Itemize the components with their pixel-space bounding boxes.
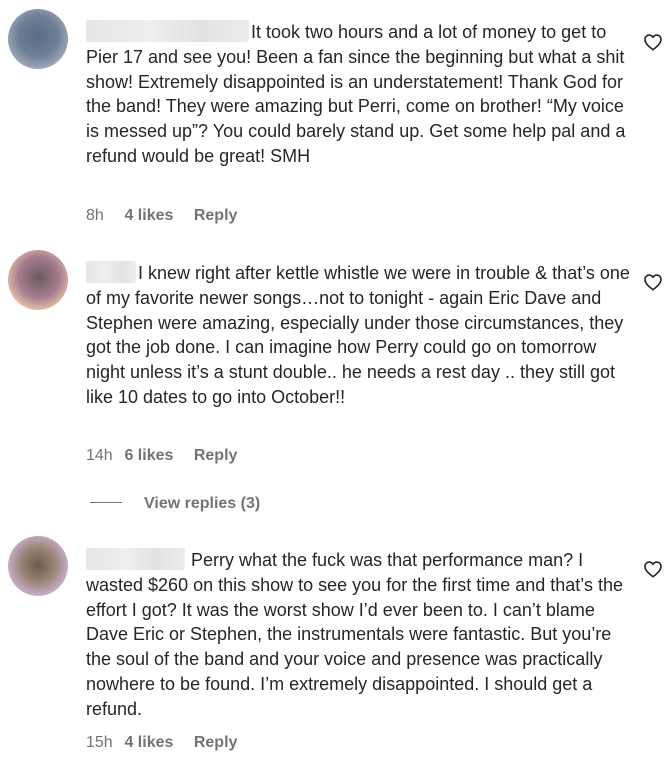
reply-button[interactable]: Reply <box>194 447 238 464</box>
heart-icon[interactable] <box>643 273 663 291</box>
divider <box>90 502 122 503</box>
comment-body: I knew right after kettle whistle we wer… <box>86 261 631 410</box>
comment-time: 15h <box>86 734 113 751</box>
avatar[interactable] <box>8 536 68 596</box>
reply-button[interactable]: Reply <box>194 207 238 224</box>
comment-text: It took two hours and a lot of money to … <box>86 22 626 166</box>
username-redacted[interactable] <box>86 261 136 283</box>
heart-icon[interactable] <box>643 33 663 51</box>
comment-time: 14h <box>86 447 113 464</box>
avatar[interactable] <box>8 250 68 310</box>
username-redacted[interactable] <box>86 548 185 570</box>
comment-time: 8h <box>86 207 104 224</box>
comment-meta: 15h 4 likes Reply <box>86 734 237 752</box>
heart-icon[interactable] <box>643 560 663 578</box>
likes-count[interactable]: 6 likes <box>124 447 173 464</box>
likes-count[interactable]: 4 likes <box>124 734 173 751</box>
view-replies-button[interactable]: View replies (3) <box>90 495 260 515</box>
avatar[interactable] <box>8 9 68 69</box>
comment-text: I knew right after kettle whistle we wer… <box>86 263 630 407</box>
comment-meta: 14h 6 likes Reply <box>86 447 237 465</box>
comment-meta: 8h 4 likes Reply <box>86 207 237 225</box>
username-redacted[interactable] <box>86 20 249 42</box>
comment-body: It took two hours and a lot of money to … <box>86 20 631 169</box>
comment-body: Perry what the fuck was that performance… <box>86 548 631 722</box>
view-replies-label: View replies (3) <box>144 495 261 512</box>
likes-count[interactable]: 4 likes <box>124 207 173 224</box>
reply-button[interactable]: Reply <box>194 734 238 751</box>
comment-text: Perry what the fuck was that performance… <box>86 550 623 719</box>
